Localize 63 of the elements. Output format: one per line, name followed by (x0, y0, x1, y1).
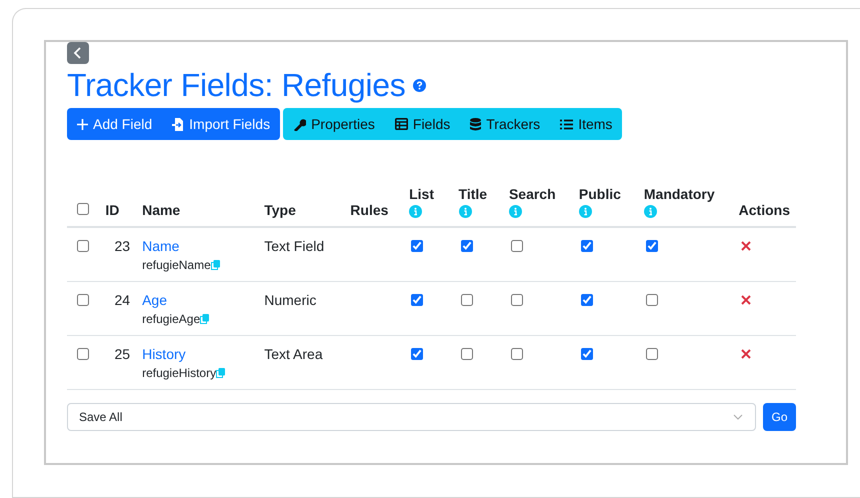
chevron-left-icon (73, 47, 83, 59)
flag-checkbox[interactable] (646, 294, 658, 306)
wrench-icon (293, 118, 306, 130)
permanent-name: refugieName (142, 258, 211, 272)
plus-icon (77, 118, 88, 130)
flag-checkbox[interactable] (580, 348, 593, 360)
list-icon (560, 118, 574, 130)
field-name-link[interactable]: Name (142, 238, 180, 254)
flag-checkbox[interactable] (580, 240, 593, 252)
toolbar-button[interactable]: Properties (283, 108, 385, 140)
delete-icon[interactable] (740, 295, 751, 305)
add-field-button[interactable]: Add Field (67, 108, 162, 140)
field-type: Text Area (264, 346, 323, 362)
toolbar-button[interactable]: Trackers (460, 108, 550, 140)
column-header: ID (105, 202, 120, 218)
flag-checkbox[interactable] (510, 240, 523, 252)
flag-checkbox[interactable] (460, 348, 473, 360)
flag-checkbox[interactable] (646, 348, 658, 360)
row-checkbox[interactable] (77, 348, 89, 360)
flag-checkbox[interactable] (411, 240, 424, 252)
flag-checkbox[interactable] (580, 294, 593, 306)
flag-checkbox[interactable] (510, 348, 523, 360)
row-checkbox[interactable] (77, 294, 89, 306)
permanent-name: refugieHistory (142, 366, 216, 380)
column-header: Mandatory (644, 186, 715, 202)
column-header: List (409, 186, 434, 202)
field-name-link[interactable]: History (142, 346, 186, 362)
delete-icon[interactable] (740, 349, 751, 359)
toolbar-button[interactable]: Items (550, 108, 622, 140)
column-header: Type (264, 202, 297, 218)
chevron-down-icon (733, 414, 743, 420)
field-id: 23 (114, 238, 130, 254)
field-type: Text Field (264, 238, 324, 254)
column-header: Rules (350, 202, 390, 218)
column-header: Actions (738, 202, 790, 218)
flag-checkbox[interactable] (411, 348, 424, 360)
row-checkbox[interactable] (77, 240, 89, 252)
go-button[interactable]: Go (763, 403, 796, 431)
bulk-action-select[interactable]: Save All (67, 403, 756, 431)
flag-checkbox[interactable] (460, 240, 473, 252)
column-header: Title (458, 186, 488, 202)
field-name-link[interactable]: Age (142, 292, 167, 308)
field-id: 24 (114, 292, 130, 308)
permanent-name: refugieAge (142, 312, 200, 326)
database-icon (470, 118, 482, 130)
back-button[interactable] (67, 42, 89, 64)
field-type: Numeric (264, 292, 316, 308)
column-header: Public (578, 186, 621, 202)
flag-checkbox[interactable] (510, 294, 523, 306)
file-import-icon (172, 118, 184, 130)
page-title: Tracker Fields: Refugies (67, 66, 406, 104)
import-fields-button[interactable]: Import Fields (162, 108, 280, 140)
table-icon (394, 118, 408, 130)
column-header: Name (142, 202, 182, 218)
flag-checkbox[interactable] (460, 294, 473, 306)
delete-icon[interactable] (740, 241, 751, 251)
field-id: 25 (114, 346, 130, 362)
help-icon[interactable] (413, 78, 426, 92)
column-header: Search (508, 186, 556, 202)
toolbar-button[interactable]: Fields (384, 108, 460, 140)
flag-checkbox[interactable] (646, 240, 658, 252)
select-all-checkbox[interactable] (77, 203, 89, 215)
flag-checkbox[interactable] (411, 294, 424, 306)
